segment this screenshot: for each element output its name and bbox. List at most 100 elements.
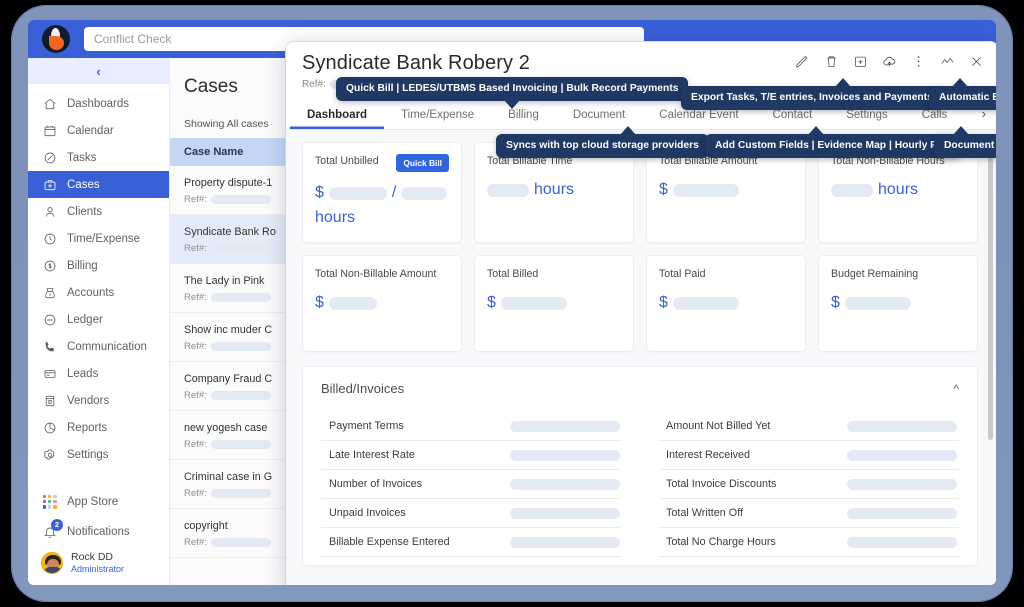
close-icon[interactable] — [969, 54, 984, 69]
unit-label: hours — [878, 181, 919, 199]
redacted-ref-value — [210, 195, 271, 205]
stat-card-value: hours — [831, 180, 965, 200]
sidebar-item-label: Communication — [67, 340, 147, 353]
field-label: Total Written Off — [666, 507, 744, 519]
case-ref-label: Ref#: — [184, 243, 207, 255]
vertical-scrollbar[interactable] — [988, 140, 993, 440]
card-icon — [42, 366, 57, 381]
currency-symbol: $ — [831, 294, 840, 312]
case-detail-modal: Syndicate Bank Robery 2 Ref#: Dashboard T… — [286, 42, 996, 585]
panel-header[interactable]: Billed/Invoices ^ — [321, 381, 959, 396]
sidebar-item-accounts[interactable]: Accounts — [28, 279, 169, 306]
stat-card-budget-remaining: Budget Remaining $ — [818, 255, 978, 352]
user-icon — [42, 204, 57, 219]
chevron-up-icon[interactable]: ^ — [953, 382, 959, 396]
sidebar-item-cases[interactable]: Cases — [28, 171, 169, 198]
calendar-icon — [42, 123, 57, 138]
redacted-field-value — [847, 449, 957, 461]
sidebar-item-time-expense[interactable]: Time/Expense — [28, 225, 169, 252]
modal-scroll-area: Total Unbilled Quick Bill $ / hours Total Bil… — [286, 130, 996, 585]
bell-icon: 2 — [42, 519, 63, 539]
quick-bill-button[interactable]: Quick Bill — [396, 154, 449, 172]
redacted-ref-value — [210, 538, 271, 548]
redacted-value — [672, 296, 739, 310]
stat-card-total-paid: Total Paid $ — [646, 255, 806, 352]
tab-dashboard[interactable]: Dashboard — [290, 103, 384, 129]
archive-box-icon[interactable] — [853, 54, 868, 69]
sidebar-item-label: Reports — [67, 421, 108, 434]
pie-chart-icon — [42, 420, 57, 435]
sidebar-item-label: Leads — [67, 367, 99, 380]
edit-pencil-icon[interactable] — [795, 54, 810, 69]
currency-symbol: $ — [315, 184, 324, 201]
unit-label: hours — [315, 209, 356, 226]
sidebar-item-leads[interactable]: Leads — [28, 360, 169, 387]
bank-icon — [42, 285, 57, 300]
case-ref-label: Ref#: — [184, 439, 207, 451]
redacted-field-value — [847, 507, 957, 519]
stat-card-label: Total Unbilled — [315, 155, 379, 167]
currency-symbol: $ — [659, 181, 668, 199]
case-ref-label: Ref#: — [184, 194, 207, 206]
redacted-ref-value — [210, 489, 271, 499]
sidebar-item-label: Settings — [67, 448, 109, 461]
sidebar-item-label: Tasks — [67, 151, 97, 164]
sidebar-item-label: Cases — [67, 178, 100, 191]
sidebar-item-notifications[interactable]: 2 Notifications — [28, 517, 169, 547]
redacted-value — [328, 296, 377, 310]
tab-time-expense[interactable]: Time/Expense — [384, 103, 491, 129]
stat-card-label: Total Non-Billable Amount — [315, 268, 437, 280]
check-circle-icon — [42, 150, 57, 165]
app-screen: ‹ Dashboards Calendar Tasks Cases Clients Tim… — [28, 20, 996, 585]
more-options-icon[interactable] — [911, 54, 926, 69]
field-label: Late Interest Rate — [329, 449, 415, 461]
field-label: Amount Not Billed Yet — [666, 420, 771, 432]
notification-count-badge: 2 — [51, 519, 63, 532]
field-label: Interest Received — [666, 449, 751, 461]
cloud-upload-icon[interactable] — [882, 54, 897, 69]
unit-label: hours — [534, 181, 575, 199]
stat-card-value: hours — [487, 180, 621, 200]
case-ref-label: Ref#: — [184, 292, 207, 304]
grid-apps-icon — [42, 494, 57, 509]
field-label: Payment Terms — [329, 420, 404, 432]
sidebar-item-billing[interactable]: Billing — [28, 252, 169, 279]
app-logo-icon[interactable] — [42, 25, 70, 53]
sidebar-item-dashboards[interactable]: Dashboards — [28, 90, 169, 117]
sidebar-item-tasks[interactable]: Tasks — [28, 144, 169, 171]
dollar-circle-icon — [42, 258, 57, 273]
redacted-field-value — [847, 478, 957, 490]
modal-header-actions — [795, 54, 984, 69]
field-label: Billable Expense Entered — [329, 536, 450, 548]
stat-card-total-unbilled: Total Unbilled Quick Bill $ / hours — [302, 142, 462, 243]
field-row: Total Written Off — [658, 499, 959, 528]
sidebar-nav: Dashboards Calendar Tasks Cases Clients Time/… — [28, 84, 169, 487]
sidebar-item-settings[interactable]: Settings — [28, 441, 169, 468]
tab-billing[interactable]: Billing — [491, 103, 556, 129]
redacted-field-value — [847, 420, 957, 432]
stat-card-top: Total Non-Billable Amount — [315, 267, 449, 282]
redacted-field-value — [510, 449, 620, 461]
sidebar-item-clients[interactable]: Clients — [28, 198, 169, 225]
tooltip-custom-fields: Add Custom Fields | Evidence Map | Hourl… — [705, 125, 963, 159]
sidebar-item-vendors[interactable]: Vendors — [28, 387, 169, 414]
activity-chart-icon[interactable] — [940, 54, 955, 69]
stat-card-grid: Total Unbilled Quick Bill $ / hours Total Bil… — [302, 142, 978, 352]
currency-symbol: $ — [659, 294, 668, 312]
redacted-field-value — [510, 478, 620, 490]
sidebar-item-communication[interactable]: Communication — [28, 333, 169, 360]
redacted-value-2 — [401, 186, 448, 200]
redacted-value — [672, 183, 739, 197]
sidebar-collapse-button[interactable]: ‹ — [28, 58, 169, 84]
sidebar-item-ledger[interactable]: Ledger — [28, 306, 169, 333]
stat-card-label: Budget Remaining — [831, 268, 919, 280]
sidebar-item-reports[interactable]: Reports — [28, 414, 169, 441]
field-label: Total No Charge Hours — [666, 536, 776, 548]
sidebar-item-app-store[interactable]: App Store — [28, 487, 169, 517]
redacted-ref-value — [210, 244, 271, 254]
delete-trash-icon[interactable] — [824, 54, 839, 69]
sidebar-item-calendar[interactable]: Calendar — [28, 117, 169, 144]
user-profile[interactable]: Rock DD Administrator — [28, 547, 169, 575]
stat-card-value: $ — [487, 293, 621, 313]
case-ref-label: Ref#: — [184, 537, 207, 549]
